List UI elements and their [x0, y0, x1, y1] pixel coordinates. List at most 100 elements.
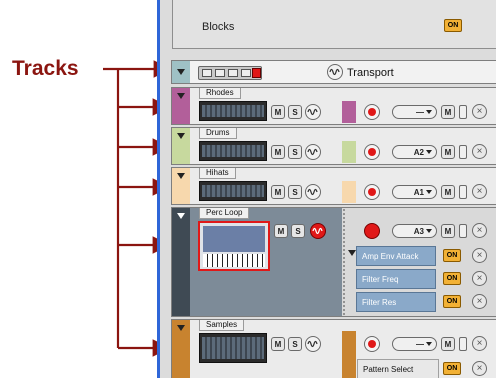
close-icon[interactable]: × [472, 223, 487, 238]
automation-lane[interactable]: Amp Env Attack [356, 246, 436, 266]
automation-on-button[interactable]: ON [443, 295, 461, 308]
record-arm-button[interactable] [364, 144, 380, 160]
fast-forward-icon[interactable] [215, 69, 225, 77]
track-samples: Samples M S — M × Pattern Select ON × [171, 319, 496, 378]
expand-triangle-icon[interactable] [348, 250, 356, 256]
close-icon[interactable]: × [472, 336, 487, 351]
pattern-value: A1 [413, 187, 424, 197]
chevron-down-icon [426, 150, 432, 154]
expand-triangle-icon[interactable] [177, 69, 185, 75]
track-name[interactable]: Rhodes [199, 88, 241, 99]
track-hihats: Hihats M S A1 M × [171, 167, 496, 205]
automation-label: Filter Res [362, 298, 397, 307]
stop-icon[interactable] [228, 69, 238, 77]
lane-toggle[interactable] [459, 105, 467, 119]
lane-toggle[interactable] [459, 145, 467, 159]
device-thumbnail [199, 101, 267, 121]
pattern-select[interactable]: — [392, 337, 437, 351]
lane-mute-button[interactable]: M [441, 185, 455, 199]
track-color-strip [172, 208, 190, 316]
lane-toggle[interactable] [459, 185, 467, 199]
transport-label: Transport [347, 67, 394, 79]
lane-toggle[interactable] [459, 337, 467, 351]
rewind-icon[interactable] [202, 69, 212, 77]
automation-on-button[interactable]: ON [443, 272, 461, 285]
lane-mute-button[interactable]: M [441, 105, 455, 119]
expand-triangle-icon[interactable] [177, 133, 185, 139]
blocks-on-button[interactable]: ON [444, 19, 462, 32]
chevron-down-icon [426, 110, 432, 114]
pattern-select[interactable]: — [392, 105, 437, 119]
mute-button[interactable]: M [271, 337, 285, 351]
solo-button[interactable]: S [291, 224, 305, 238]
device-thumbnail-selected[interactable] [198, 221, 270, 271]
close-icon[interactable]: × [472, 104, 487, 119]
track-perc-loop: Perc Loop M S A3 M × Amp Env Attack ON ×… [171, 207, 496, 317]
device-thumbnail [199, 333, 267, 363]
expand-triangle-icon[interactable] [177, 325, 185, 331]
lane-color-strip [342, 141, 356, 163]
automation-lane[interactable]: Filter Freq [356, 269, 436, 289]
close-icon[interactable]: × [472, 248, 487, 263]
close-icon[interactable]: × [472, 294, 487, 309]
waveform-icon[interactable] [305, 336, 321, 352]
record-arm-button[interactable] [364, 104, 380, 120]
chevron-down-icon [426, 229, 432, 233]
chevron-down-icon [426, 342, 432, 346]
solo-button[interactable]: S [288, 105, 302, 119]
solo-button[interactable]: S [288, 185, 302, 199]
blocks-row: Blocks ON [172, 0, 496, 49]
mute-button[interactable]: M [271, 185, 285, 199]
waveform-icon[interactable] [305, 104, 321, 120]
automation-label: Pattern Select [363, 365, 414, 374]
waveform-icon[interactable] [327, 64, 343, 80]
waveform-icon[interactable] [310, 223, 326, 239]
expand-triangle-icon[interactable] [177, 173, 185, 179]
device-thumbnail [199, 181, 267, 201]
track-name[interactable]: Perc Loop [199, 208, 250, 219]
transport-track: Transport [171, 60, 496, 84]
automation-on-button[interactable]: ON [443, 362, 461, 375]
waveform-icon[interactable] [305, 184, 321, 200]
pattern-value: — [416, 339, 424, 349]
waveform-icon[interactable] [305, 144, 321, 160]
lane-color-strip [342, 101, 356, 123]
automation-lane[interactable]: Pattern Select [357, 359, 439, 378]
close-icon[interactable]: × [472, 144, 487, 159]
expand-triangle-icon[interactable] [177, 93, 185, 99]
solo-button[interactable]: S [288, 145, 302, 159]
pattern-value: A3 [413, 226, 424, 236]
lane-mute-button[interactable]: M [441, 337, 455, 351]
record-arm-button[interactable] [364, 223, 380, 239]
close-icon[interactable]: × [472, 184, 487, 199]
play-icon[interactable] [241, 69, 251, 77]
automation-on-button[interactable]: ON [443, 249, 461, 262]
device-thumbnail [199, 141, 267, 161]
record-arm-button[interactable] [364, 184, 380, 200]
close-icon[interactable]: × [472, 361, 487, 376]
track-name[interactable]: Hihats [199, 168, 236, 179]
mute-button[interactable]: M [271, 105, 285, 119]
pattern-value: — [416, 107, 424, 117]
record-arm-button[interactable] [364, 336, 380, 352]
track-name[interactable]: Samples [199, 320, 245, 331]
automation-label: Filter Freq [362, 275, 399, 284]
track-name[interactable]: Drums [199, 128, 237, 139]
close-icon[interactable]: × [472, 271, 487, 286]
pattern-select[interactable]: A3 [392, 224, 437, 238]
expand-triangle-icon[interactable] [177, 213, 185, 219]
chevron-down-icon [426, 190, 432, 194]
solo-button[interactable]: S [288, 337, 302, 351]
lane-toggle[interactable] [459, 224, 467, 238]
mute-button[interactable]: M [271, 145, 285, 159]
automation-lane[interactable]: Filter Res [356, 292, 436, 312]
transport-controls [198, 66, 262, 80]
lane-color-strip [342, 181, 356, 203]
record-icon[interactable] [252, 68, 261, 78]
pattern-value: A2 [413, 147, 424, 157]
pattern-select[interactable]: A1 [392, 185, 437, 199]
pattern-select[interactable]: A2 [392, 145, 437, 159]
mute-button[interactable]: M [274, 224, 288, 238]
lane-mute-button[interactable]: M [441, 145, 455, 159]
lane-mute-button[interactable]: M [441, 224, 455, 238]
